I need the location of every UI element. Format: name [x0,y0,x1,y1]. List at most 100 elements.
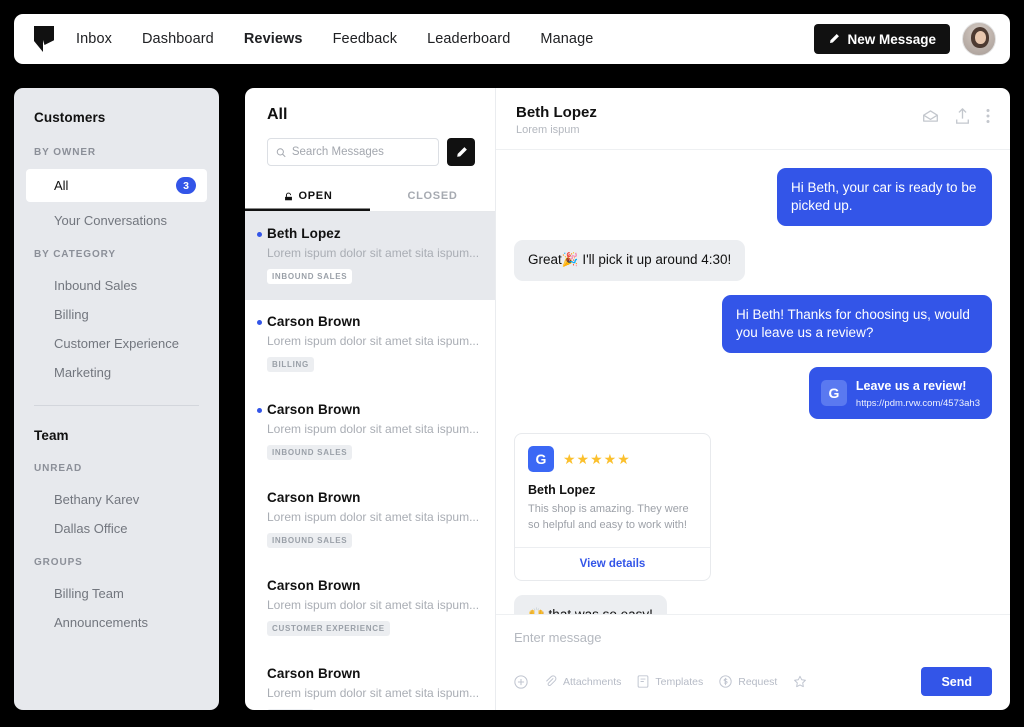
message-bubble-incoming: Great🎉 I'll pick it up around 4:30! [514,240,746,281]
sidebar-groups-header: GROUPS [34,557,83,568]
tab-open[interactable]: OPEN [245,182,370,211]
tab-closed[interactable]: CLOSED [370,182,495,211]
review-card-header: G ★★★★★ [528,446,697,473]
list-item-name: Beth Lopez [267,226,341,241]
left-sidebar: Customers BY OWNER All 3 Your Conversati… [14,88,219,710]
list-item[interactable]: Carson Brown Lorem ispum dolor sit amet … [245,388,495,476]
sidebar-item-billing[interactable]: Billing [14,300,219,329]
dollar-circle-icon [719,675,732,688]
sidebar-item-all-label: All [54,178,69,193]
sidebar-item-inbound-sales[interactable]: Inbound Sales [14,271,219,300]
nav-item-reviews[interactable]: Reviews [244,31,303,47]
list-item-tag: CUSTOMER EXPERIENCE [267,621,390,636]
request-label: Request [738,675,778,688]
review-request-button[interactable] [793,675,807,689]
list-item-tag: INBOUND SALES [267,445,353,460]
sidebar-item-bethany-karev[interactable]: Bethany Karev [14,485,219,514]
message-list: Hi Beth, your car is ready to be picked … [496,150,1010,614]
list-item[interactable]: Carson Brown Lorem ispum dolor sit amet … [245,564,495,652]
message-row: Great🎉 I'll pick it up around 4:30! [514,240,992,281]
star-review-icon [794,675,807,687]
list-item-snippet: Lorem ispum dolor sit amet sita ispum... [267,598,480,612]
send-button[interactable]: Send [921,667,992,696]
nav-item-leaderboard[interactable]: Leaderboard [427,31,510,47]
share-upload-icon[interactable] [955,108,970,124]
podium-flag-logo[interactable] [32,26,56,52]
thread-contact-name: Beth Lopez [516,104,597,121]
top-navigation-bar: Inbox Dashboard Reviews Feedback Leaderb… [14,14,1010,64]
sidebar-item-customer-experience[interactable]: Customer Experience [14,329,219,358]
list-title: All [267,106,288,123]
list-item[interactable]: Carson Brown Lorem ispum dolor sit amet … [245,652,495,710]
unread-dot-icon [257,232,262,237]
nav-item-inbox[interactable]: Inbox [76,31,112,47]
review-card-body: G ★★★★★ Beth Lopez This shop is amazing.… [515,434,710,547]
add-attachment-button[interactable] [514,674,528,689]
templates-button[interactable]: Templates [637,675,703,688]
list-item-tag: BILLING [267,709,314,710]
search-box[interactable] [267,138,439,166]
unread-dot-icon [257,408,262,413]
tab-open-label: OPEN [298,190,333,202]
sidebar-item-marketing[interactable]: Marketing [14,358,219,387]
thread-contact-subtitle: Lorem ispum [516,124,580,136]
search-icon [276,147,286,157]
search-input[interactable] [291,146,430,158]
list-item-snippet: Lorem ispum dolor sit amet sita ispum... [267,422,480,436]
list-item[interactable]: Carson Brown Lorem ispum dolor sit amet … [245,476,495,564]
nav-item-feedback[interactable]: Feedback [333,31,397,47]
plus-circle-icon [514,674,528,689]
compose-message-button[interactable] [447,138,475,166]
review-link-bubble[interactable]: G Leave us a review! https://pdm.rvw.com… [808,367,992,420]
google-g-icon: G [528,446,554,473]
list-item-name: Carson Brown [267,314,361,329]
pencil-icon [456,146,467,157]
list-item-tag: INBOUND SALES [267,269,353,284]
sidebar-unread-header: UNREAD [34,463,83,474]
sidebar-item-billing-team[interactable]: Billing Team [14,579,219,608]
list-item-snippet: Lorem ispum dolor sit amet sita ispum... [267,510,480,524]
list-item-name: Carson Brown [267,578,361,593]
nav-item-manage[interactable]: Manage [540,31,593,47]
review-card: G ★★★★★ Beth Lopez This shop is amazing.… [514,433,711,581]
unread-dot-icon [257,320,262,325]
attachments-button[interactable]: Attachments [544,675,621,688]
conversation-scroll-area[interactable]: Beth Lopez Lorem ispum dolor sit amet si… [245,212,495,710]
thread-header: Beth Lopez Lorem ispum [496,88,1010,150]
nav-item-dashboard[interactable]: Dashboard [142,31,214,47]
review-link-text: Leave us a review! https://pdm.rvw.com/4… [856,377,980,409]
tab-closed-label: CLOSED [407,190,458,202]
sidebar-item-dallas-office[interactable]: Dallas Office [14,514,219,543]
status-badge: 3 [176,177,196,194]
avatar[interactable] [962,22,996,56]
attachments-label: Attachments [563,675,622,688]
list-item-name: Carson Brown [267,666,361,681]
more-options-icon[interactable] [986,108,990,124]
message-bubble-outgoing: Hi Beth, your car is ready to be picked … [777,168,992,227]
sidebar-item-all[interactable]: All 3 [26,169,207,202]
list-item[interactable]: Beth Lopez Lorem ispum dolor sit amet si… [245,212,495,300]
sidebar-divider [34,405,199,406]
message-row: Hi Beth! Thanks for choosing us, would y… [514,294,992,354]
sidebar-item-your-conversations[interactable]: Your Conversations [14,206,219,235]
list-item-name: Carson Brown [267,490,361,505]
envelope-icon[interactable] [922,109,939,123]
new-message-button[interactable]: New Message [814,24,950,54]
list-item-snippet: Lorem ispum dolor sit amet sita ispum... [267,686,480,700]
list-item[interactable]: Carson Brown Lorem ispum dolor sit amet … [245,300,495,388]
templates-label: Templates [655,675,704,688]
request-button[interactable]: Request [719,675,777,688]
message-row: 🙌 that was so easy! [514,594,992,614]
list-search-row [245,124,495,166]
template-doc-icon [638,675,649,688]
paperclip-icon [546,675,557,687]
google-g-icon: G [820,380,847,407]
message-input[interactable]: Enter message [514,630,992,645]
sidebar-item-announcements[interactable]: Announcements [14,608,219,637]
composer-toolbar: Attachments Templates Request Send [514,667,992,696]
message-row: Hi Beth, your car is ready to be picked … [514,168,992,227]
sidebar-by-owner-header: BY OWNER [34,147,97,158]
view-details-link[interactable]: View details [515,546,710,580]
